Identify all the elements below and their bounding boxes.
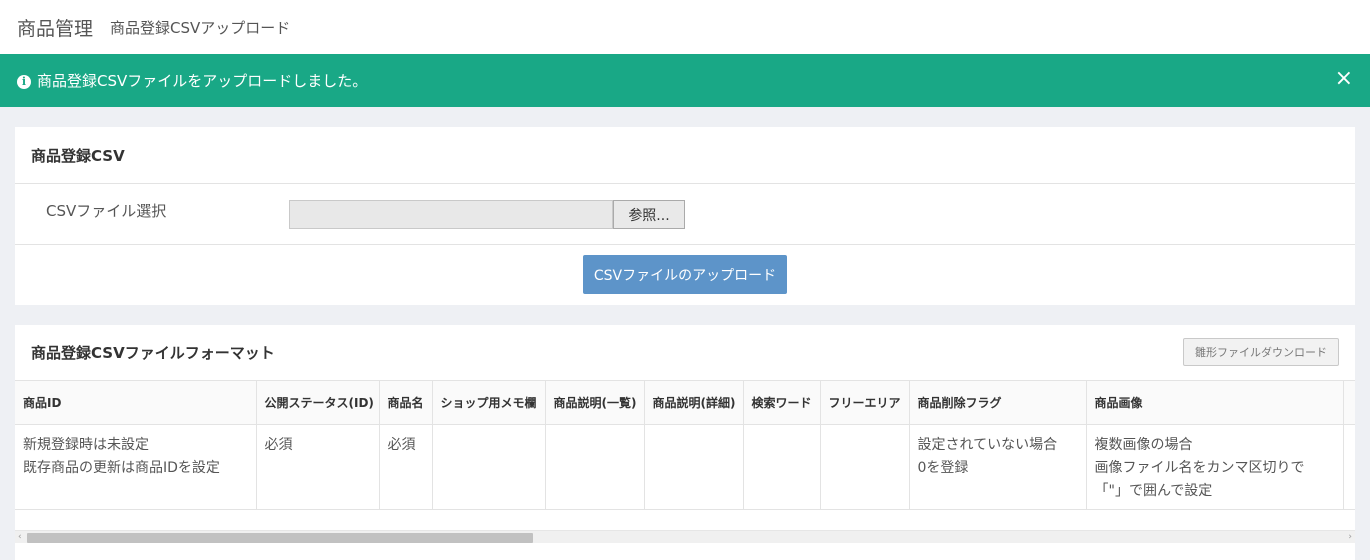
file-select-row: CSVファイル選択 参照... — [15, 184, 1355, 245]
cell-line: 複数画像の場合 — [1094, 436, 1193, 453]
alert-message: 商品登録CSVファイルをアップロードしました。 — [37, 72, 368, 90]
cell-line: 0を登録 — [917, 459, 969, 476]
table-cell — [432, 424, 546, 510]
file-path-input[interactable] — [289, 200, 613, 229]
browse-button[interactable]: 参照... — [613, 200, 685, 229]
table-cell: 複数画像の場合画像ファイル名をカンマ区切りで 「"」で囲んで設定 — [1086, 424, 1344, 510]
column-header: 公開ステータス(ID) — [256, 381, 380, 425]
format-card-title: 商品登録CSVファイルフォーマット — [31, 344, 275, 362]
upload-action-row: CSVファイルのアップロード — [15, 245, 1355, 304]
scrollbar-thumb[interactable] — [27, 533, 533, 543]
table-cell: 必須 — [256, 424, 380, 510]
table-cell: 設定されていない場合 0を登録 — [909, 424, 1087, 510]
cell-line: 既存商品の更新は商品IDを設定 — [23, 459, 220, 476]
column-header: 検索ワード — [743, 381, 821, 425]
info-icon: i — [17, 74, 31, 89]
file-select-label: CSVファイル選択 — [46, 202, 167, 220]
page-title: 商品管理 — [17, 17, 94, 40]
close-icon[interactable]: × — [1335, 67, 1353, 91]
column-header: 商品説明(詳細) — [644, 381, 744, 425]
cell-line: 画像ファイル名をカンマ区切りで — [1094, 459, 1305, 476]
upload-card-title: 商品登録CSV — [31, 146, 125, 165]
horizontal-scrollbar[interactable]: ‹ › — [15, 530, 1355, 543]
scroll-right-icon[interactable]: › — [1348, 531, 1352, 544]
format-table: 商品ID 公開ステータス(ID) 商品名 ショップ用メモ欄 商品説明(一覧) 商… — [15, 381, 1355, 510]
column-header: 商品説明(一覧) — [545, 381, 645, 425]
column-header: 商品削除フラグ — [909, 381, 1087, 425]
cell-line: 必須 — [387, 436, 416, 453]
column-header: 商品画像 — [1086, 381, 1344, 425]
table-cell — [820, 424, 910, 510]
upload-card-header: 商品登録CSV — [15, 127, 1355, 184]
scroll-left-icon[interactable]: ‹ — [18, 531, 22, 544]
cell-line: 設定されていない場合 — [917, 436, 1058, 453]
page-subtitle: 商品登録CSVアップロード — [110, 18, 291, 37]
upload-button[interactable]: CSVファイルのアップロード — [583, 255, 787, 294]
format-table-wrapper[interactable]: 商品ID 公開ステータス(ID) 商品名 ショップ用メモ欄 商品説明(一覧) 商… — [15, 381, 1355, 530]
column-header: 商品名 — [379, 381, 433, 425]
table-cell — [545, 424, 645, 510]
column-header-overflow — [1343, 381, 1355, 425]
cell-line: 新規登録時は未設定 — [23, 436, 149, 453]
table-cell — [644, 424, 744, 510]
cell-line: 「"」で囲んで設定 — [1094, 482, 1213, 499]
table-cell: 必須 — [379, 424, 433, 510]
format-table-header-row: 商品ID 公開ステータス(ID) 商品名 ショップ用メモ欄 商品説明(一覧) 商… — [15, 381, 1355, 425]
format-card: 商品登録CSVファイルフォーマット 雛形ファイルダウンロード 商品ID 公開ステ… — [15, 325, 1355, 560]
format-table-row: 新規登録時は未設定既存商品の更新は商品IDを設定 必須 必須 設定されていない場… — [15, 424, 1355, 510]
column-header: 商品ID — [15, 381, 257, 425]
column-header: ショップ用メモ欄 — [432, 381, 546, 425]
format-card-header: 商品登録CSVファイルフォーマット 雛形ファイルダウンロード — [15, 325, 1355, 381]
template-download-button[interactable]: 雛形ファイルダウンロード — [1183, 338, 1339, 366]
page-header: 商品管理 商品登録CSVアップロード — [0, 0, 1370, 54]
column-header: フリーエリア — [820, 381, 910, 425]
upload-card: 商品登録CSV CSVファイル選択 参照... CSVファイルのアップロード — [15, 127, 1355, 305]
table-cell-overflow — [1343, 424, 1355, 510]
table-cell — [743, 424, 821, 510]
success-alert: i 商品登録CSVファイルをアップロードしました。 × — [0, 54, 1370, 107]
table-cell: 新規登録時は未設定既存商品の更新は商品IDを設定 — [15, 424, 257, 510]
cell-line: 必須 — [264, 436, 293, 453]
